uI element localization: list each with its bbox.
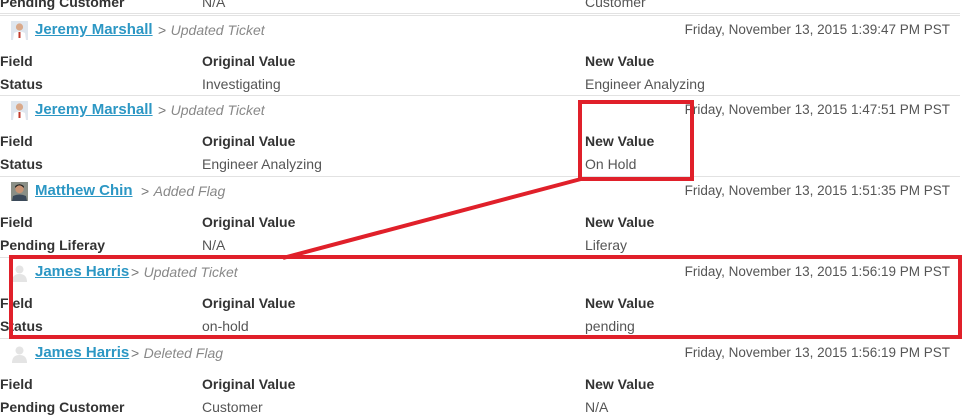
original-value-column-header: Original Value: [202, 214, 296, 230]
field-column-header: Field: [0, 376, 33, 392]
entry-header: James Harris > Deleted Flag Friday, Nove…: [0, 343, 960, 365]
breadcrumb-separator: >: [158, 102, 167, 118]
new-value-column-header: New Value: [585, 214, 655, 230]
new-value-column-header: New Value: [585, 133, 655, 149]
author-link[interactable]: Jeremy Marshall: [35, 101, 153, 118]
original-value-cell: on-hold: [202, 318, 249, 334]
field-cell: Pending Customer: [0, 399, 125, 415]
new-value-cell: N/A: [585, 399, 609, 415]
field-cell: Status: [0, 318, 43, 334]
author-link[interactable]: Jeremy Marshall: [35, 21, 153, 38]
field-cell: Pending Customer: [0, 0, 125, 10]
field-column-header: Field: [0, 214, 33, 230]
field-cell: Status: [0, 76, 43, 92]
entry-action: Deleted Flag: [143, 345, 224, 361]
history-entry: James Harris > Deleted Flag Friday, Nove…: [0, 338, 960, 419]
new-value-column-header: New Value: [585, 295, 655, 311]
entry-divider: [0, 95, 960, 96]
entry-timestamp: Friday, November 13, 2015 1:39:47 PM PST: [684, 22, 950, 37]
new-value-cell: Liferay: [585, 237, 628, 253]
entry-timestamp: Friday, November 13, 2015 1:56:19 PM PST: [684, 345, 950, 360]
user-photo-icon: [11, 182, 28, 201]
original-value-cell: N/A: [202, 237, 226, 253]
entry-action: Updated Ticket: [170, 22, 265, 38]
author-link[interactable]: James Harris: [35, 344, 129, 361]
entry-timestamp: Friday, November 13, 2015 1:51:35 PM PST: [684, 183, 950, 198]
original-value-column-header: Original Value: [202, 53, 296, 69]
history-entry: Matthew Chin > Added Flag Friday, Novemb…: [0, 176, 960, 257]
user-photo-icon: [11, 21, 28, 40]
original-value-column-header: Original Value: [202, 376, 296, 392]
field-column-header: Field: [0, 53, 33, 69]
default-user-icon: [11, 344, 28, 363]
original-value-cell: Engineer Analyzing: [202, 156, 322, 172]
entry-header: Jeremy Marshall > Updated Ticket Friday,…: [0, 100, 960, 122]
entry-timestamp: Friday, November 13, 2015 1:56:19 PM PST: [684, 264, 950, 279]
new-value-cell: pending: [585, 318, 635, 334]
author-link[interactable]: James Harris: [35, 263, 129, 280]
entry-divider: [0, 338, 960, 339]
field-column-header: Field: [0, 133, 33, 149]
new-value-cell: Customer: [585, 0, 646, 10]
entry-action: Updated Ticket: [170, 102, 265, 118]
previous-entry-row: Pending Customer N/A Customer: [0, 0, 960, 14]
new-value-cell: On Hold: [585, 156, 637, 172]
field-cell: Pending Liferay: [0, 237, 106, 253]
new-value-column-header: New Value: [585, 53, 655, 69]
entry-header: Jeremy Marshall > Updated Ticket Friday,…: [0, 20, 960, 42]
breadcrumb-separator: >: [141, 183, 150, 199]
entry-timestamp: Friday, November 13, 2015 1:47:51 PM PST: [684, 102, 950, 117]
field-cell: Status: [0, 156, 43, 172]
original-value-cell: Investigating: [202, 76, 281, 92]
history-entry: Jeremy Marshall > Updated Ticket Friday,…: [0, 15, 960, 96]
breadcrumb-separator: >: [131, 264, 140, 280]
entry-divider: [0, 257, 960, 258]
original-value-cell: N/A: [202, 0, 226, 10]
entry-divider: [0, 15, 960, 16]
original-value-column-header: Original Value: [202, 133, 296, 149]
user-photo-icon: [11, 101, 28, 120]
entry-action: Updated Ticket: [143, 264, 238, 280]
default-user-icon: [11, 263, 28, 282]
entry-header: Matthew Chin > Added Flag Friday, Novemb…: [0, 181, 960, 203]
breadcrumb-separator: >: [158, 22, 167, 38]
breadcrumb-separator: >: [131, 345, 140, 361]
new-value-cell: Engineer Analyzing: [585, 76, 705, 92]
original-value-column-header: Original Value: [202, 295, 296, 311]
field-column-header: Field: [0, 295, 33, 311]
entry-action: Added Flag: [153, 183, 226, 199]
history-entry: Jeremy Marshall > Updated Ticket Friday,…: [0, 95, 960, 176]
entry-divider: [0, 176, 960, 177]
history-entry: James Harris > Updated Ticket Friday, No…: [0, 257, 960, 338]
new-value-column-header: New Value: [585, 376, 655, 392]
author-link[interactable]: Matthew Chin: [35, 182, 133, 199]
entry-header: James Harris > Updated Ticket Friday, No…: [0, 262, 960, 284]
original-value-cell: Customer: [202, 399, 263, 415]
